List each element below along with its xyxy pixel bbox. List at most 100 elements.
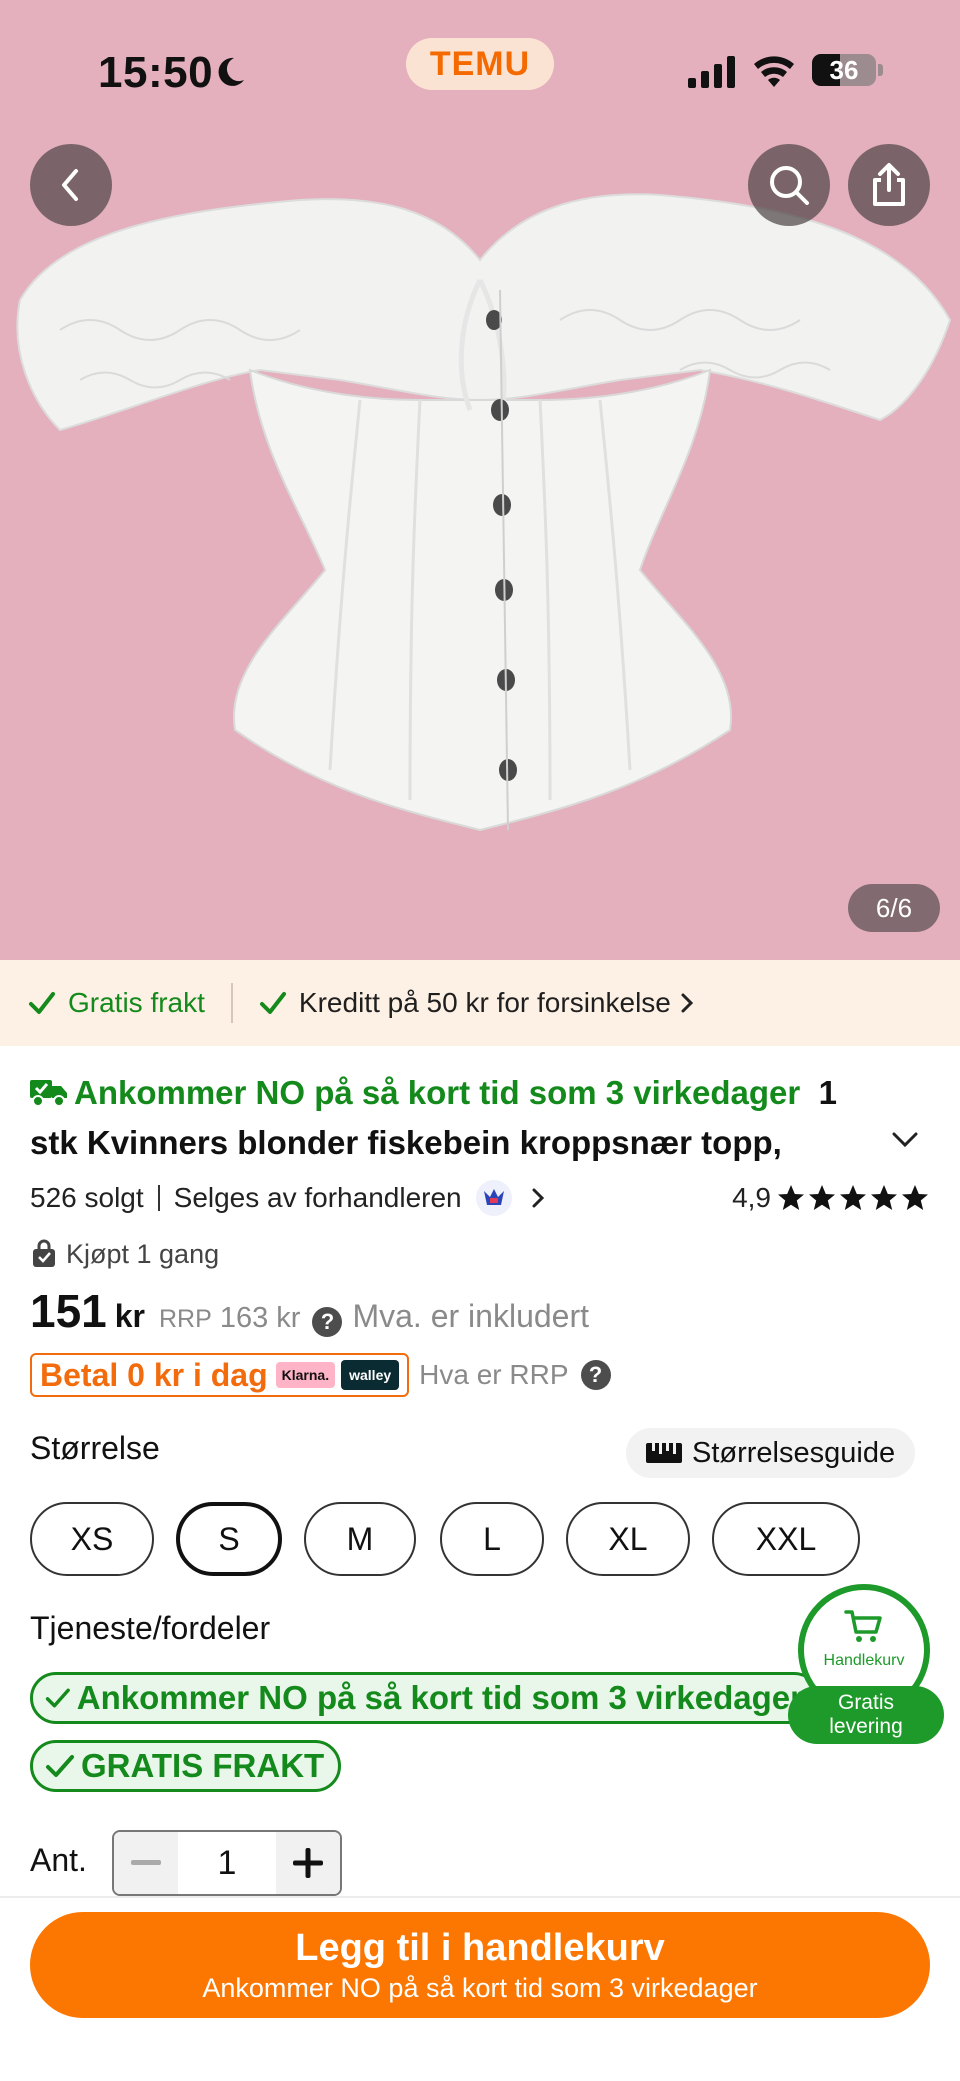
- service-free-shipping-label: GRATIS FRAKT: [81, 1747, 325, 1784]
- decrease-button[interactable]: [114, 1832, 178, 1894]
- rating-value: 4,9: [732, 1182, 771, 1213]
- bought-text: Kjøpt 1 gang: [66, 1238, 220, 1269]
- wifi-icon: [754, 56, 794, 87]
- size-guide-button[interactable]: Størrelsesguide: [626, 1428, 916, 1478]
- battery-indicator: 36: [812, 54, 876, 86]
- cart-label: Handlekurv: [823, 1652, 905, 1669]
- purchase-history: Kjøpt 1 gang: [30, 1234, 219, 1274]
- delay-credit-label: Kreditt på 50 kr for forsinkelse: [298, 987, 671, 1018]
- increase-button[interactable]: [276, 1832, 340, 1894]
- check-icon: [46, 1755, 74, 1777]
- seller-emblem-icon: [483, 1189, 504, 1205]
- service-fast-delivery-label: Ankommer NO på så kort tid som 3 virkeda…: [76, 1679, 803, 1716]
- size-option-l[interactable]: L: [440, 1502, 544, 1576]
- image-counter: 6/6: [848, 884, 940, 932]
- shopping-bag-icon: [33, 1239, 55, 1267]
- price-row: 151 kr RRP 163 kr ? Mva. er inkludert: [30, 1284, 589, 1348]
- chevron-down-icon[interactable]: [890, 1130, 920, 1150]
- size-heading: Størrelse: [30, 1430, 160, 1466]
- check-icon: [29, 992, 55, 1014]
- price-value: 151: [30, 1285, 107, 1337]
- meta-divider: [157, 1185, 160, 1211]
- moon-icon: [218, 57, 244, 86]
- share-button[interactable]: [848, 144, 930, 226]
- check-icon: [259, 992, 286, 1014]
- app-name-pill: TEMU: [406, 38, 554, 90]
- delivery-promo-text: Ankommer NO på så kort tid som 3 virkeda…: [74, 1074, 801, 1111]
- service-free-shipping: GRATIS FRAKT: [30, 1740, 342, 1792]
- sold-count: 526 solgt: [30, 1182, 144, 1213]
- search-button[interactable]: [748, 144, 830, 226]
- add-to-cart-sublabel: Ankommer NO på så kort tid som 3 virkeda…: [202, 1973, 758, 2003]
- bottom-divider: [0, 1896, 960, 1898]
- badge-line-1: Gratis: [837, 1691, 894, 1714]
- service-fast-delivery: Ankommer NO på så kort tid som 3 virkeda…: [30, 1672, 820, 1724]
- seller-link[interactable]: Selges av forhandleren: [174, 1182, 462, 1214]
- search-icon: [770, 166, 809, 205]
- rating-stars: [775, 1183, 930, 1213]
- share-icon: [873, 163, 905, 206]
- cellular-signal-icon: [688, 56, 735, 88]
- size-option-m[interactable]: M: [304, 1502, 416, 1576]
- rating[interactable]: 4,9: [732, 1182, 930, 1214]
- chevron-right-icon[interactable]: [530, 1186, 546, 1210]
- free-delivery-badge: Gratis levering: [788, 1686, 944, 1744]
- battery-tip: [878, 64, 883, 76]
- seller-logo-icon: [475, 1180, 512, 1216]
- chevron-right-icon: [681, 993, 693, 1013]
- rrp-value: 163 kr: [219, 1302, 301, 1334]
- star-icon: [778, 1185, 804, 1210]
- vat-note: Mva. er inkludert: [352, 1298, 589, 1334]
- star-icon: [871, 1185, 897, 1210]
- add-to-cart-button[interactable]: Legg til i handlekurv Ankommer NO på så …: [30, 1912, 930, 2018]
- quantity-label: Ant.: [30, 1842, 87, 1878]
- product-meta-row: 526 solgt Selges av forhandleren 4,9: [30, 1176, 930, 1220]
- strip-divider: [230, 983, 233, 1023]
- minus-icon: [131, 1860, 161, 1865]
- rrp-help-link[interactable]: Hva er RRP ?: [419, 1359, 611, 1391]
- title-text: stk Kvinners blonder fiskebein kroppsnær…: [30, 1124, 782, 1161]
- product-image: [16, 193, 952, 832]
- quantity-stepper: 1: [112, 1830, 342, 1896]
- status-bar: 15:50 TEMU 36: [0, 0, 960, 140]
- battery-percent: 36: [829, 54, 859, 85]
- help-icon: ?: [580, 1360, 611, 1390]
- chevron-left-icon: [62, 169, 78, 201]
- benefit-strip: Gratis frakt Kreditt på 50 kr for forsin…: [0, 960, 960, 1046]
- klarna-logo: Klarna.: [275, 1362, 336, 1388]
- free-shipping-label: Gratis frakt: [68, 987, 205, 1018]
- product-title[interactable]: Ankommer NO på så kort tid som 3 virkeda…: [30, 1068, 890, 1168]
- title-quantity: 1: [818, 1074, 837, 1111]
- free-shipping-badge: Gratis frakt: [28, 987, 205, 1019]
- pay-later-row: Betal 0 kr i dag Klarna. walley Hva er R…: [30, 1352, 611, 1398]
- star-icon: [902, 1185, 928, 1210]
- pay-later-badge[interactable]: Betal 0 kr i dag Klarna. walley: [30, 1353, 410, 1397]
- size-option-s[interactable]: S: [176, 1502, 282, 1576]
- rrp-price: RRP 163 kr: [159, 1302, 300, 1335]
- star-icon: [809, 1185, 835, 1210]
- delivery-truck-icon: [30, 1080, 67, 1107]
- size-guide-label: Størrelsesguide: [692, 1436, 896, 1469]
- badge-line-2: levering: [829, 1715, 903, 1738]
- add-to-cart-label: Legg til i handlekurv: [295, 1927, 665, 1969]
- size-option-xxl[interactable]: XXL: [712, 1502, 860, 1576]
- quantity-value[interactable]: 1: [178, 1844, 276, 1883]
- services-heading: Tjeneste/fordeler: [30, 1610, 271, 1646]
- delay-credit-link[interactable]: Kreditt på 50 kr for forsinkelse: [259, 987, 695, 1019]
- size-option-xs[interactable]: XS: [30, 1502, 154, 1576]
- check-icon: [45, 1688, 70, 1708]
- ruler-icon: [646, 1443, 682, 1463]
- shopping-cart-icon: [844, 1610, 882, 1642]
- help-icon[interactable]: ?: [312, 1307, 343, 1337]
- status-time: 15:50: [98, 48, 214, 97]
- product-image-gallery[interactable]: 15:50 TEMU 36 6/6: [0, 0, 960, 960]
- star-icon: [840, 1185, 866, 1210]
- rrp-label: RRP: [159, 1305, 212, 1333]
- rrp-help-text: Hva er RRP: [419, 1359, 569, 1390]
- walley-logo: walley: [341, 1360, 400, 1390]
- back-button[interactable]: [30, 144, 112, 226]
- size-option-xl[interactable]: XL: [566, 1502, 690, 1576]
- price-currency: kr: [114, 1298, 145, 1334]
- plus-icon: [293, 1848, 323, 1878]
- pay-later-text: Betal 0 kr i dag: [40, 1356, 268, 1393]
